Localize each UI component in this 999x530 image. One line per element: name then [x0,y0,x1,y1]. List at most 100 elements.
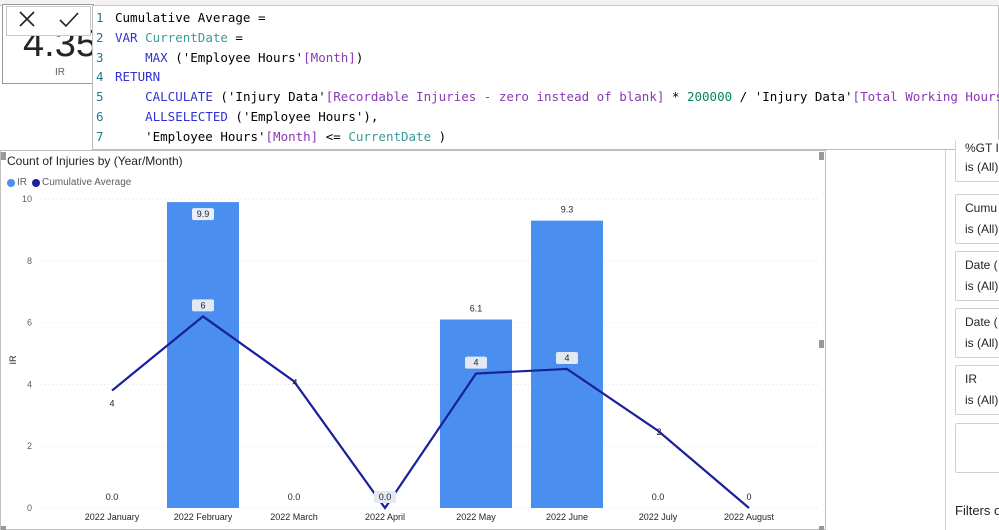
filter-pane-divider [945,150,946,530]
code-token: ) [431,128,447,144]
code-line[interactable]: 1 Cumulative Average = [93,8,266,28]
code-token: [Month] [303,49,356,65]
x-tick-label: 2022 February [174,512,233,522]
code-token: Cumulative Average = [115,10,266,25]
code-token: ('Employee Hours'), [227,109,379,124]
code-token: <= [318,128,349,144]
line-number: 6 [96,109,104,124]
code-token: CurrentDate [145,29,228,45]
filter-value: is (All) [965,279,999,293]
filter-card[interactable]: Cumu is (All) [955,194,999,244]
x-tick-label: 2022 June [546,512,588,522]
bar-data-label: 9.9 [197,209,210,219]
line-number: 3 [96,49,104,65]
y-tick-label: 0 [27,503,32,513]
filter-value: is (All) [965,393,999,407]
dax-formula-editor[interactable]: 1 Cumulative Average = 2 VAR CurrentDate = 3… [92,6,999,150]
code-token: [Total Working Hours] [852,89,999,105]
code-token: [Recordable Injuries - zero instead of b… [325,89,665,105]
code-token: = [227,29,243,45]
code-token: MAX [145,49,168,65]
bar-ir [531,220,603,508]
checkmark-icon[interactable] [58,9,80,33]
bar-data-label: 0.0 [106,492,119,502]
bar-ir [167,202,239,508]
filter-title: Date ( [965,315,998,329]
line-number: 1 [96,10,104,25]
code-token: ) [355,49,364,65]
y-tick-label: 2 [27,441,32,451]
code-token: ALLSELECTED [145,109,228,124]
filter-card[interactable]: IR is (All) [955,365,999,415]
x-tick-label: 2022 March [270,512,318,522]
code-token: [Month] [265,128,319,144]
bar-data-label: 9.3 [561,205,574,215]
line-data-label: 4 [292,377,297,387]
line-data-label: 6 [200,300,205,310]
filter-value: is (All) [965,160,999,174]
bar-data-label: 0.0 [288,492,301,502]
filter-card[interactable]: Date ( is (All) [955,308,999,358]
y-tick-label: 10 [22,194,32,204]
code-line[interactable]: 5 CALCULATE ('Injury Data'[Recordable In… [93,87,999,107]
line-data-label: 0 [746,492,751,502]
code-token: CurrentDate [348,128,432,144]
line-data-label: 4 [473,358,478,368]
filter-title: Cumu [965,201,998,215]
formula-commit-bar [6,6,91,36]
line-data-label: 0.0 [379,492,392,502]
resize-handle [819,526,824,530]
x-tick-label: 2022 April [365,512,405,522]
cancel-icon[interactable] [17,9,37,33]
filter-title: IR [965,372,977,386]
line-number: 7 [96,128,104,144]
code-token: ('Injury Data' [212,89,326,105]
bar-ir [440,319,512,508]
line-number: 4 [96,69,104,85]
code-token: RETURN [115,69,161,85]
code-line[interactable]: 3 MAX ('Employee Hours'[Month]) [93,48,363,68]
filter-card[interactable]: %GT I is (All) [955,140,999,182]
code-token: * [664,89,687,105]
line-number: 5 [96,89,104,105]
filters-footer-label: Filters o [955,503,999,518]
y-tick-label: 8 [27,256,32,266]
code-token: VAR [115,29,146,45]
filter-title: Date ( [965,258,998,272]
filter-title: %GT I [965,143,999,155]
resize-handle [1,526,6,530]
x-tick-label: 2022 January [85,512,140,522]
card-label: IR [55,67,65,78]
filter-value: is (All) [965,222,999,236]
y-axis-title: IR [8,355,18,365]
resize-handle [819,340,824,348]
line-data-label: 4 [564,353,569,363]
x-tick-label: 2022 July [639,512,678,522]
bar-data-label: 6.1 [470,304,483,314]
resize-handle [819,152,824,160]
line-data-label: 4 [109,399,114,409]
code-line[interactable]: 4 RETURN [93,67,160,87]
line-number: 2 [96,29,104,45]
filter-card[interactable]: Date ( is (All) [955,251,999,301]
filter-value: is (All) [965,336,999,350]
code-line[interactable]: 2 VAR CurrentDate = [93,28,243,48]
code-line[interactable]: 7 'Employee Hours'[Month] <= CurrentDate… [93,127,446,147]
y-tick-label: 6 [27,318,32,328]
add-filter-card[interactable] [955,423,999,473]
x-tick-label: 2022 August [724,512,775,522]
bar-data-label: 0.0 [652,492,665,502]
code-token: ('Employee Hours' [167,49,304,65]
code-token: CALCULATE [145,89,213,105]
line-data-label: 2 [656,427,661,437]
code-token: 200000 [686,89,733,105]
code-token: 'Employee Hours' [115,128,266,144]
code-token: / 'Injury Data' [732,89,853,105]
code-line[interactable]: 6 ALLSELECTED ('Employee Hours'), [93,107,378,127]
chart-plot: 0 2 4 6 8 10 IR 2022 January 2022 February 2022 M… [1,152,824,530]
resize-handle [1,152,6,160]
x-tick-label: 2022 May [456,512,496,522]
